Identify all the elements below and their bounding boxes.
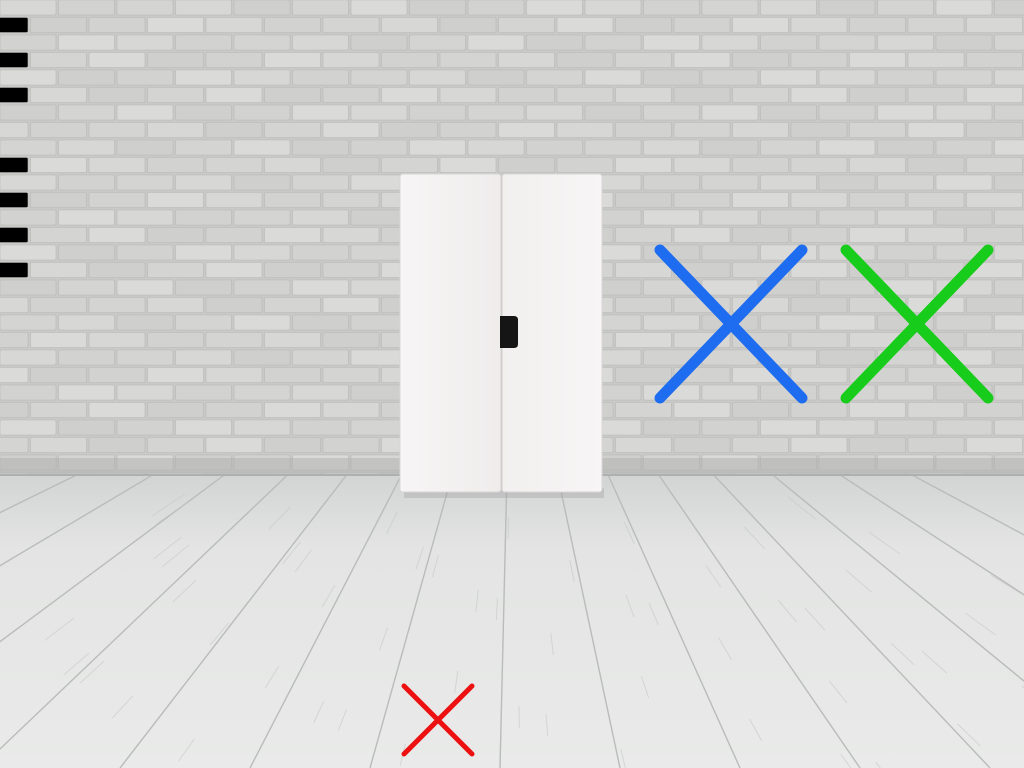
blue-x-marker xyxy=(654,244,808,404)
room-scene xyxy=(0,0,1024,768)
cabinet-door-left xyxy=(399,173,502,493)
white-cabinet xyxy=(399,173,604,498)
red-x-marker xyxy=(401,683,475,757)
green-x-marker xyxy=(840,244,994,404)
cabinet-handle xyxy=(500,316,518,348)
wood-floor xyxy=(0,474,1024,768)
